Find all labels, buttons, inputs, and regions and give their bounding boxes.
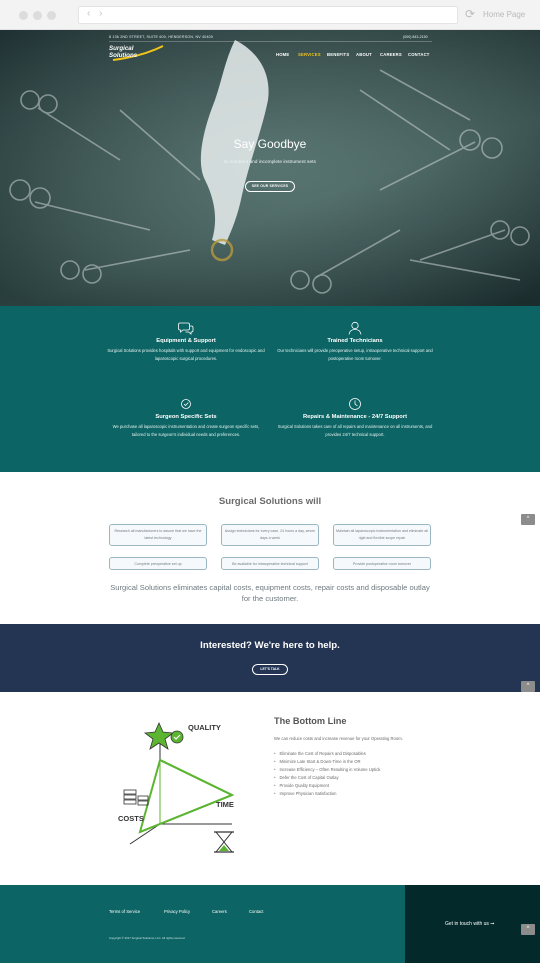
header-address: 8 136 2ND STREET, SUITE 600, HENDERSON, …	[109, 35, 214, 39]
header-phone[interactable]: (000) 843-2150	[403, 35, 428, 39]
scroll-top-button[interactable]: ^	[521, 924, 535, 935]
technician-icon	[348, 321, 362, 335]
feature-title: Repairs & Maintenance - 24/7 Support	[302, 414, 408, 420]
window-minimize-dot[interactable]	[33, 11, 42, 20]
list-item: Provide Quality Equipment	[274, 782, 380, 790]
footer-link-privacy[interactable]: Privacy Policy	[164, 909, 190, 914]
feature-text: We purchase all laparoscopic instrumenta…	[112, 424, 260, 437]
header-divider	[109, 41, 432, 42]
nav-arrows-icon[interactable]: ‹ ›	[87, 8, 105, 19]
will-section: Surgical Solutions will Research all man…	[0, 472, 540, 624]
interested-title-rest: We're here to help.	[251, 640, 340, 651]
nav-benefits[interactable]: BENEFITS	[327, 52, 349, 57]
bottom-line-intro: We can reduce costs and increase revenue…	[274, 736, 403, 741]
hero-title: Say Goodbye	[233, 137, 307, 151]
will-box: Research all manufacturers to assure tha…	[109, 524, 207, 546]
nav-contact[interactable]: CONTACT	[408, 52, 430, 57]
surgical-instruments-image	[0, 30, 540, 306]
list-item: Minimize Late Start & Down-Time in the O…	[274, 758, 380, 766]
feature-equipment-support: Equipment & Support Surgical Solutions p…	[106, 321, 266, 362]
see-services-button[interactable]: SEE OUR SERVICES	[245, 181, 295, 192]
feature-title: Trained Technicians	[327, 338, 383, 344]
will-box: Provide postoperative room turnover	[333, 557, 431, 570]
diagram-label-time: TIME	[216, 800, 234, 809]
window-maximize-dot[interactable]	[47, 11, 56, 20]
copyright: Copyright © 2017 Surgical Solutions, LLC…	[109, 936, 186, 940]
quality-time-costs-diagram: QUALITY TIME COSTS	[118, 722, 235, 853]
browser-toolbar: ‹ › ⟳ Home Page	[0, 0, 540, 30]
feature-text: Surgical Solutions takes care of all rep…	[277, 424, 433, 437]
footer-cta-panel: Get in touch with us ➞ ^	[405, 885, 540, 963]
nav-services[interactable]: SERVICES	[298, 52, 321, 57]
diagram-label-quality: QUALITY	[188, 723, 221, 732]
feature-title: Surgeon Specific Sets	[155, 414, 217, 420]
footer-link-careers[interactable]: Careers	[212, 909, 227, 914]
lets-talk-button[interactable]: LET'S TALK	[252, 664, 288, 675]
nav-home[interactable]: HOME	[276, 52, 289, 57]
list-item: Eliminate the Cost of Repairs and Dispos…	[274, 750, 380, 758]
interested-title: Interested? We're here to help.	[0, 640, 540, 651]
footer: Terms of Service Privacy Policy Careers …	[0, 885, 405, 963]
list-item: Increase Efficiency – Often Resulting in…	[274, 766, 380, 774]
bottom-line-title: The Bottom Line	[274, 716, 347, 726]
will-title: Surgical Solutions will	[218, 496, 322, 507]
clock-icon	[349, 398, 361, 410]
feature-surgeon-sets: Surgeon Specific Sets We purchase all la…	[106, 397, 266, 438]
hero-subtitle: to outdated and incomplete instrument se…	[224, 160, 316, 165]
bottom-line-section: QUALITY TIME COSTS The Bottom Line We ca…	[0, 692, 540, 885]
will-summary: Surgical Solutions eliminates capital co…	[110, 583, 430, 603]
reload-icon[interactable]: ⟳	[465, 7, 475, 21]
footer-link-terms[interactable]: Terms of Service	[109, 909, 140, 914]
list-item: Defer the Cost of Capital Outlay	[274, 774, 380, 782]
interested-section: Interested? We're here to help. LET'S TA…	[0, 624, 540, 692]
scroll-top-button[interactable]: ^	[521, 681, 535, 692]
features-section: Equipment & Support Surgical Solutions p…	[0, 306, 540, 472]
tab-title[interactable]: Home Page	[483, 10, 525, 19]
feature-text: Our technicians will provide preoperativ…	[277, 348, 433, 361]
hero-section: 8 136 2ND STREET, SUITE 600, HENDERSON, …	[0, 30, 540, 306]
will-box: Be available for intraoperative technica…	[221, 557, 319, 570]
will-box: Complete preoperative set up	[109, 557, 207, 570]
logo-line-2: Solutions	[109, 52, 138, 59]
footer-link-contact[interactable]: Contact	[249, 909, 263, 914]
diagram-label-costs: COSTS	[118, 814, 144, 823]
interested-title-bold: Interested?	[200, 640, 252, 651]
nav-about[interactable]: ABOUT	[356, 52, 372, 57]
nav-careers[interactable]: CAREERS	[380, 52, 402, 57]
scroll-top-button[interactable]: ^	[521, 514, 535, 525]
logo-line-1: Surgical	[109, 45, 134, 52]
feature-trained-technicians: Trained Technicians Our technicians will…	[275, 321, 435, 362]
bottom-line-list: Eliminate the Cost of Repairs and Dispos…	[274, 750, 380, 798]
window-close-dot[interactable]	[19, 11, 28, 20]
feature-repairs-maintenance: Repairs & Maintenance - 24/7 Support Sur…	[275, 397, 435, 438]
will-box: Maintain all laparoscopic instrumentatio…	[333, 524, 431, 546]
feature-title: Equipment & Support	[156, 338, 216, 344]
list-item: Improve Physician Satisfaction	[274, 790, 380, 798]
address-bar[interactable]: ‹ ›	[78, 6, 458, 24]
get-in-touch-link[interactable]: Get in touch with us ➞	[445, 921, 495, 927]
feature-text: Surgical Solutions provides hospitals wi…	[107, 348, 265, 361]
chat-bubbles-icon	[178, 322, 194, 335]
logo[interactable]: Surgical Solutions	[109, 44, 169, 62]
will-box: Assign technicians for every case, 24 ho…	[221, 524, 319, 546]
logo-text: Surgical Solutions	[109, 45, 137, 59]
check-circle-icon	[181, 399, 191, 409]
